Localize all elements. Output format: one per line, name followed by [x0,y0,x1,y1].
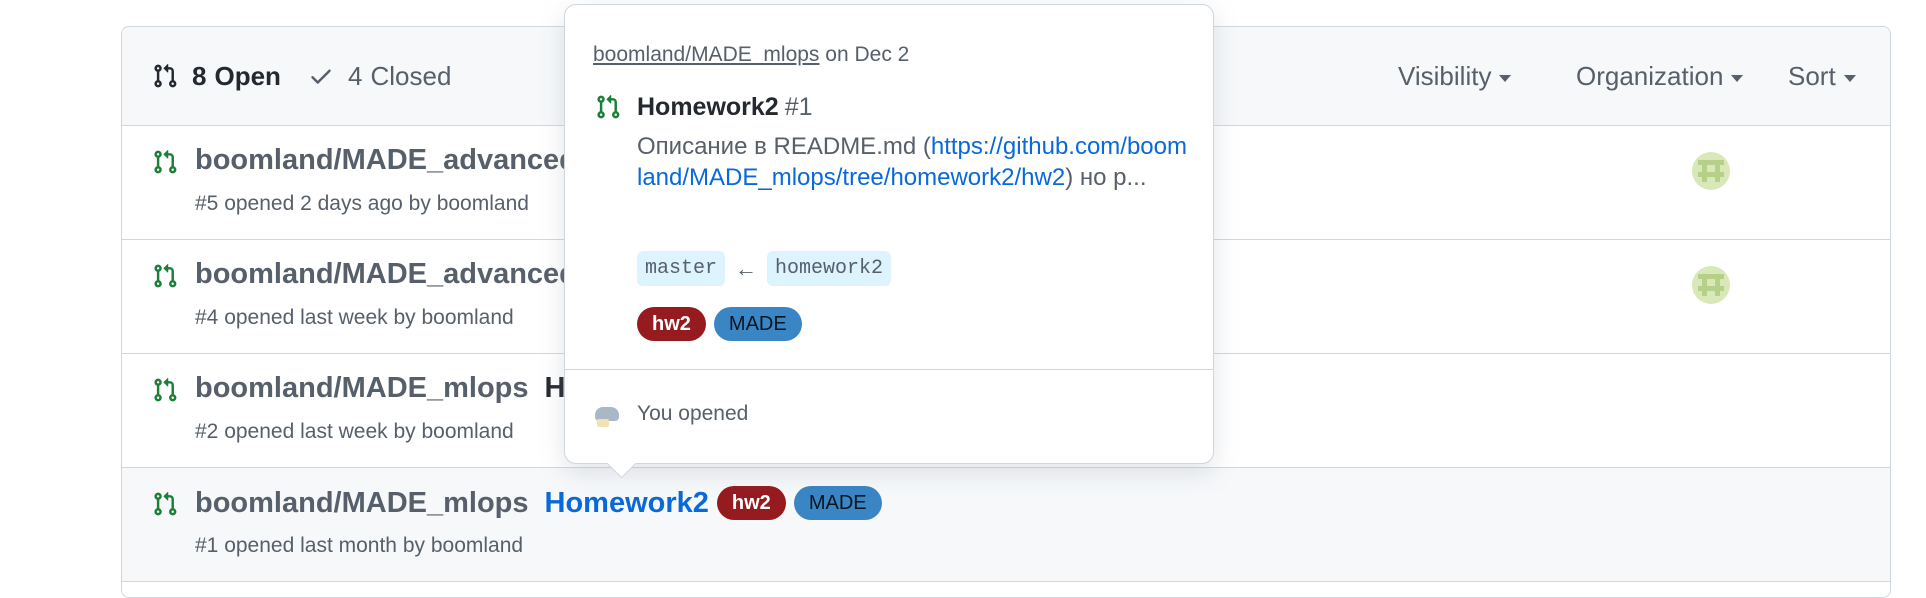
hovercard-number: #1 [784,93,813,121]
closed-count: 4 [348,60,363,91]
row-meta: #2 opened last week by boomland [195,420,514,443]
row-title: boomland/MADE_mlops Homework2 hw2 MADE [195,486,882,520]
open-label: Open [214,60,281,91]
arrow-left-icon: ← [735,255,758,281]
organization-label: Organization [1576,60,1724,91]
pull-request-hovercard: boomland/MADE_mlops on Dec 2 Homework2 #1… [564,4,1214,479]
table-row: boomland/MADE_mlops Homework2 hw2 MADE #… [122,468,1890,582]
hovercard-title: Homework2 #1 [637,93,813,122]
caret-down-icon [1843,74,1856,82]
pull-request-open-icon [154,263,177,288]
hovercard-repo-link[interactable]: boomland/MADE_mlops [593,43,819,66]
hovercard-description: Описание в README.md (https://github.com… [637,131,1187,193]
hovercard-title-link[interactable]: Homework2 [637,93,779,121]
pull-request-open-icon [154,377,177,402]
pull-request-title-link[interactable]: H [545,372,566,405]
hovercard-footer: You opened [595,401,748,427]
hovercard-context: boomland/MADE_mlops on Dec 2 [593,43,909,67]
hovercard-body-suffix: ) но р... [1065,164,1147,191]
row-title: boomland/MADE_advanced [195,258,577,291]
row-meta: #4 opened last week by boomland [195,306,514,329]
hovercard-body-prefix: Описание в README.md ( [637,133,931,160]
check-icon [311,69,331,84]
hovercard-date: on Dec 2 [825,43,910,66]
user-avatar [595,401,621,427]
row-title: boomland/MADE_mlops H [195,372,565,405]
organization-filter[interactable]: Organization [1576,27,1744,125]
label-made[interactable]: MADE [793,486,882,520]
hovercard-divider [565,369,1213,370]
head-branch[interactable]: homework2 [767,251,892,286]
row-meta: #1 opened last month by boomland [195,534,524,557]
hovercard-footer-text: You opened [637,402,749,425]
hovercard-labels: hw2 MADE [629,307,802,341]
repo-link[interactable]: boomland/MADE_advanced [195,144,577,177]
pull-request-title-link[interactable]: Homework2 [545,487,709,520]
visibility-filter[interactable]: Visibility [1398,27,1512,125]
closed-filter-link[interactable]: 4 Closed [308,27,451,125]
assignee-avatar[interactable] [1692,152,1730,190]
pull-request-open-icon [154,491,177,516]
open-filter-link[interactable]: 8 Open [152,27,281,125]
repo-link[interactable]: boomland/MADE_mlops [195,487,529,520]
pull-request-open-icon [154,149,177,174]
row-title: boomland/MADE_advanced [195,144,577,177]
sort-filter[interactable]: Sort [1788,27,1856,125]
sort-label: Sort [1788,60,1836,91]
repo-link[interactable]: boomland/MADE_mlops [195,372,529,405]
visibility-label: Visibility [1398,60,1492,91]
repo-link[interactable]: boomland/MADE_advanced [195,258,577,291]
closed-label: Closed [370,60,452,91]
label-hw2[interactable]: hw2 [637,307,706,341]
caret-down-icon [1731,74,1744,82]
row-meta: #5 opened 2 days ago by boomland [195,192,529,215]
open-count: 8 [192,60,207,91]
pull-request-icon [154,63,177,88]
label-made[interactable]: MADE [713,307,802,341]
pull-request-open-icon [597,94,620,119]
caret-down-icon [1499,74,1512,82]
hovercard-branches: master ← homework2 [637,251,892,286]
label-hw2[interactable]: hw2 [716,486,786,520]
assignee-avatar[interactable] [1692,266,1730,304]
base-branch[interactable]: master [637,251,726,286]
